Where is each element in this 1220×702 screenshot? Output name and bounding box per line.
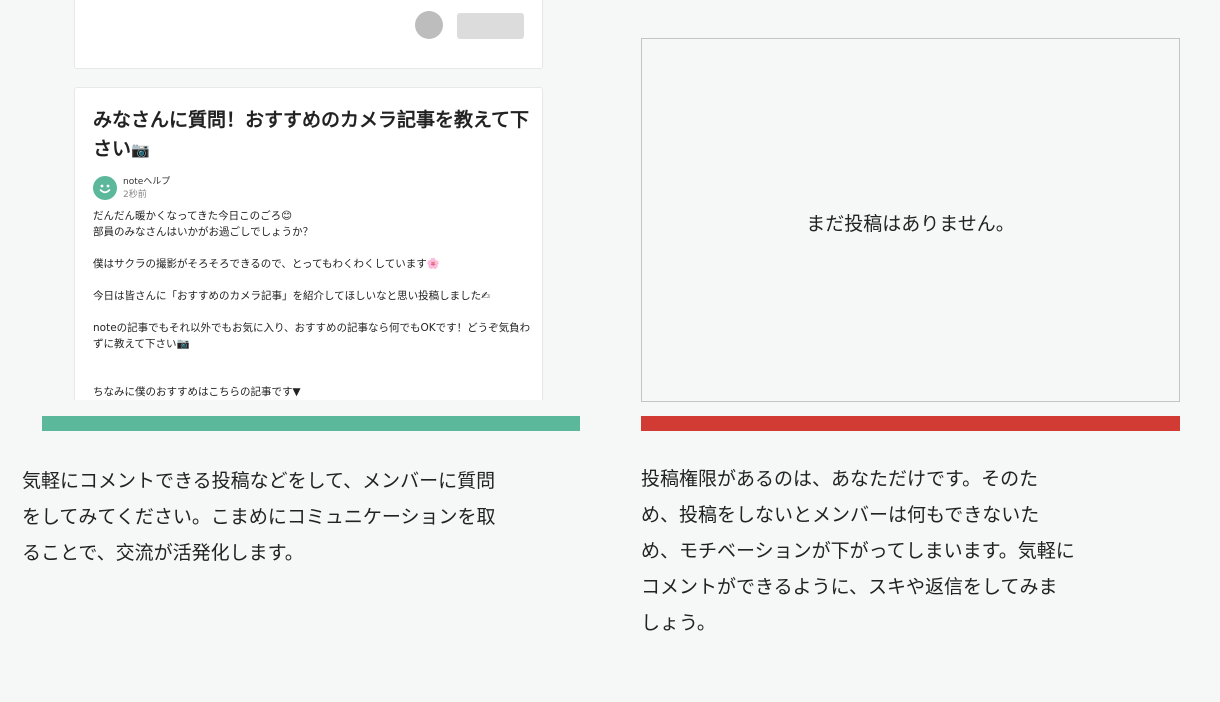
post-title[interactable]: みなさんに質問！おすすめのカメラ記事を教えて下さい📷 [93, 106, 533, 165]
author-avatar[interactable] [93, 176, 117, 200]
description-line: をしてみてください。こまめにコミュニケーションを取 [22, 506, 496, 528]
post-body-line: ちなみに僕のおすすめはこちらの記事です▼ [93, 386, 301, 398]
post-body-line: 僕はサクラの撮影がそろそろできるので、とってもわくわくしています🌸 [93, 258, 440, 270]
bad-example-bar [641, 416, 1180, 431]
post-title-text: みなさんに質問！おすすめのカメラ記事を教えて下さい [93, 109, 530, 160]
empty-feed-box: まだ投稿はありません。 [641, 38, 1180, 402]
description-line: コメントができるように、スキや返信をしてみま [641, 576, 1058, 598]
good-example-bar [42, 416, 580, 431]
avatar[interactable] [415, 11, 443, 39]
author-name[interactable]: noteヘルプ [123, 174, 170, 187]
description-line: め、モチベーションが下がってしまいます。気軽に [641, 540, 1075, 562]
description-line: め、投稿をしないとメンバーは何もできないた [641, 504, 1040, 526]
empty-feed-message: まだ投稿はありません。 [806, 213, 1015, 235]
post-body-line: 今日は皆さんに「おすすめのカメラ記事」を紹介してほしいなと思い投稿しました✍ [93, 290, 490, 302]
description-line: 気軽にコメントできる投稿などをして、メンバーに質問 [22, 470, 496, 492]
previous-post-card [74, 0, 543, 69]
good-example-description: 気軽にコメントできる投稿などをして、メンバーに質問 をしてみてください。こまめに… [22, 463, 592, 571]
description-line: しょう。 [641, 612, 716, 634]
description-line: 投稿権限があるのは、あなただけです。そのた [641, 468, 1039, 490]
post-body: だんだん暖かくなってきた今日このごろ😊 部員のみなさんはいかがお過ごしでしょうか… [93, 208, 533, 400]
post-timestamp: 2秒前 [123, 190, 147, 200]
action-button[interactable] [457, 13, 524, 39]
post-card[interactable]: みなさんに質問！おすすめのカメラ記事を教えて下さい📷 noteヘルプ 2秒前 だ… [74, 87, 543, 400]
description-line: ることで、交流が活発化します。 [22, 542, 304, 564]
post-body-line: 部員のみなさんはいかがお過ごしでしょうか？ [93, 226, 314, 238]
bad-example-description: 投稿権限があるのは、あなただけです。そのた め、投稿をしないとメンバーは何もでき… [641, 461, 1191, 641]
smile-icon [99, 184, 111, 194]
post-body-line: だんだん暖かくなってきた今日このごろ😊 [93, 210, 293, 222]
camera-icon: 📷 [131, 141, 150, 159]
post-screenshot: みなさんに質問！おすすめのカメラ記事を教えて下さい📷 noteヘルプ 2秒前 だ… [74, 0, 543, 400]
post-body-line: noteの記事でもそれ以外でもお気に入り、おすすめの記事なら何でもOKです！どう… [93, 322, 531, 350]
good-example-column: みなさんに質問！おすすめのカメラ記事を教えて下さい📷 noteヘルプ 2秒前 だ… [0, 0, 600, 702]
